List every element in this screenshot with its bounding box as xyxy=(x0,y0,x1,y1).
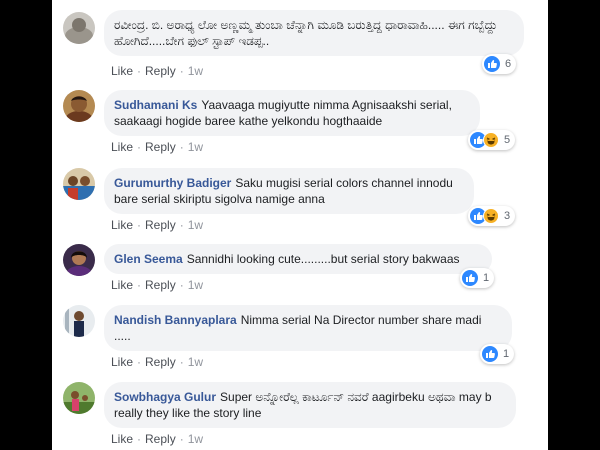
separator: · xyxy=(179,278,184,292)
comment-actions: Like · Reply · 1w xyxy=(111,278,203,292)
haha-icon xyxy=(483,132,499,148)
like-icon xyxy=(462,270,478,286)
separator: · xyxy=(137,278,142,292)
avatar[interactable] xyxy=(63,244,95,276)
comment-text: Sannidhi looking cute.........but serial… xyxy=(186,252,460,266)
reply-link[interactable]: Reply xyxy=(145,140,176,154)
reaction-summary[interactable]: 3 xyxy=(468,206,516,226)
commenter-name[interactable]: Sudhamani Ks xyxy=(114,98,197,112)
reply-link[interactable]: Reply xyxy=(145,218,176,232)
separator: · xyxy=(137,355,142,369)
separator: · xyxy=(137,218,142,232)
reaction-summary[interactable]: 1 xyxy=(460,268,495,288)
reaction-summary[interactable]: 6 xyxy=(482,54,517,74)
reply-link[interactable]: Reply xyxy=(145,432,176,446)
comment-bubble: Gurumurthy Badiger Saku mugisi serial col… xyxy=(104,168,474,214)
reaction-count: 6 xyxy=(505,58,512,70)
reply-link[interactable]: Reply xyxy=(145,64,176,78)
commenter-name[interactable]: Gurumurthy Badiger xyxy=(114,176,231,190)
commenter-name[interactable]: Nandish Bannyaplara xyxy=(114,313,237,327)
comment-actions: Like · Reply · 1w xyxy=(111,64,203,78)
separator: · xyxy=(137,432,142,446)
comment-actions: Like · Reply · 1w xyxy=(111,140,203,154)
reaction-summary[interactable]: 5 xyxy=(468,130,516,150)
comments-panel: ರವೀಂದ್ರ. ಬಿ. ಅರಾಧ್ಯ ಲೋ ಅಣ್ಣಮ್ಮ ತುಂಬಾ ಚೆನ… xyxy=(52,0,548,450)
haha-icon xyxy=(483,208,499,224)
comment-bubble: Sowbhagya Gulur Super ಅನ್ನೋರೆಲ್ಲ ಕಾರ್ಟೂನ್… xyxy=(104,382,516,428)
avatar[interactable] xyxy=(63,12,95,44)
like-icon xyxy=(482,346,498,362)
comment-actions: Like · Reply · 1w xyxy=(111,432,203,446)
reply-link[interactable]: Reply xyxy=(145,355,176,369)
like-link[interactable]: Like xyxy=(111,140,133,154)
timestamp[interactable]: 1w xyxy=(188,140,203,154)
timestamp[interactable]: 1w xyxy=(188,218,203,232)
separator: · xyxy=(137,140,142,154)
reaction-count: 1 xyxy=(483,272,490,284)
comment-bubble: ರವೀಂದ್ರ. ಬಿ. ಅರಾಧ್ಯ ಲೋ ಅಣ್ಣಮ್ಮ ತುಂಬಾ ಚೆನ… xyxy=(104,10,524,56)
avatar[interactable] xyxy=(63,168,95,200)
reaction-count: 1 xyxy=(503,348,510,360)
separator: · xyxy=(137,64,142,78)
reaction-count: 3 xyxy=(504,210,511,222)
timestamp[interactable]: 1w xyxy=(188,278,203,292)
comment-actions: Like · Reply · 1w xyxy=(111,218,203,232)
separator: · xyxy=(179,140,184,154)
reaction-summary[interactable]: 1 xyxy=(480,344,515,364)
avatar[interactable] xyxy=(63,305,95,337)
like-link[interactable]: Like xyxy=(111,278,133,292)
comment-bubble: Nandish Bannyaplara Nimma serial Na Direc… xyxy=(104,305,512,351)
commenter-name[interactable]: Sowbhagya Gulur xyxy=(114,390,216,404)
like-icon xyxy=(484,56,500,72)
comment-text: ರವೀಂದ್ರ. ಬಿ. ಅರಾಧ್ಯ ಲೋ ಅಣ್ಣಮ್ಮ ತುಂಬಾ ಚೆನ… xyxy=(114,18,498,48)
like-link[interactable]: Like xyxy=(111,64,133,78)
timestamp[interactable]: 1w xyxy=(188,64,203,78)
separator: · xyxy=(179,432,184,446)
like-link[interactable]: Like xyxy=(111,355,133,369)
reply-link[interactable]: Reply xyxy=(145,278,176,292)
timestamp[interactable]: 1w xyxy=(188,432,203,446)
comment-actions: Like · Reply · 1w xyxy=(111,355,203,369)
separator: · xyxy=(179,64,184,78)
avatar[interactable] xyxy=(63,382,95,414)
avatar[interactable] xyxy=(63,90,95,122)
like-link[interactable]: Like xyxy=(111,432,133,446)
timestamp[interactable]: 1w xyxy=(188,355,203,369)
reaction-count: 5 xyxy=(504,134,511,146)
comment-bubble: Sudhamani Ks Yaavaaga mugiyutte nimma Agn… xyxy=(104,90,480,136)
like-link[interactable]: Like xyxy=(111,218,133,232)
separator: · xyxy=(179,218,184,232)
comment-bubble: Glen Seema Sannidhi looking cute.........… xyxy=(104,244,492,274)
separator: · xyxy=(179,355,184,369)
commenter-name[interactable]: Glen Seema xyxy=(114,252,183,266)
